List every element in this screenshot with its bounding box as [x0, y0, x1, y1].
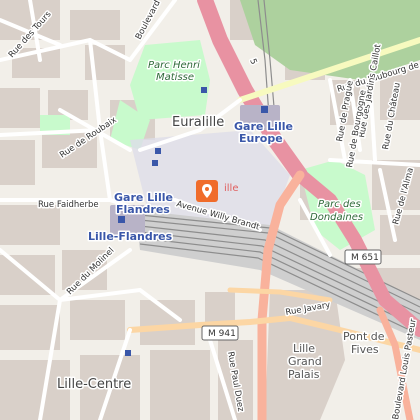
label-lille-partial: ille [224, 183, 239, 194]
road-shield-m651: M 651 [344, 249, 382, 265]
location-pin-icon[interactable] [196, 180, 218, 202]
label-parc-des-dondaines: Parc des [318, 199, 361, 210]
label-parc-henri-matisse-2: Matisse [156, 72, 194, 83]
map-canvas: Boulevard Carnot Rue des Tours Parc Henr… [0, 0, 420, 420]
road-shield-m941-text: M 941 [208, 329, 236, 339]
road-shield-m941: M 941 [201, 325, 239, 341]
label-pont-de-fives-2: Fives [351, 343, 379, 356]
map-view[interactable]: Boulevard Carnot Rue des Tours Parc Henr… [0, 0, 420, 420]
label-gare-lille-europe-2: Europe [239, 132, 283, 145]
label-euralille: Euralille [172, 115, 224, 130]
label-lille-flandres: Lille-Flandres [88, 230, 173, 243]
label-gare-lille-flandres-2: Flandres [116, 203, 170, 216]
label-lille-centre: Lille-Centre [57, 377, 131, 392]
label-pont-de-fives: Pont de [343, 330, 385, 343]
label-rue-faidherbe: Rue Faidherbe [38, 200, 99, 210]
label-lille-grand-palais-2: Grand [288, 355, 322, 368]
label-lille-grand-palais-3: Palais [288, 368, 320, 381]
label-lille-grand-palais: Lille [293, 342, 315, 355]
road-shield-m651-text: M 651 [351, 253, 379, 263]
label-parc-henri-matisse: Parc Henri [148, 60, 200, 71]
label-parc-des-dondaines-2: Dondaines [310, 212, 363, 223]
